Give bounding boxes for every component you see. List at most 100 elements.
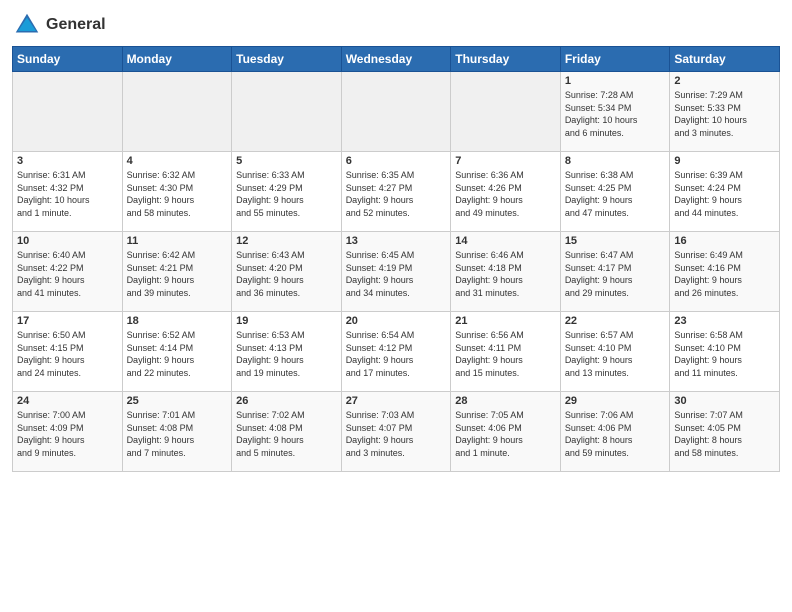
calendar-cell: 27 Sunrise: 7:03 AM Sunset: 4:07 PM Dayli… xyxy=(341,392,451,472)
calendar-cell: 11Sunrise: 6:42 AM Sunset: 4:21 PM Dayli… xyxy=(122,232,232,312)
calendar-cell xyxy=(232,72,342,152)
calendar-cell: 17 Sunrise: 6:50 AM Sunset: 4:15 PM Dayli… xyxy=(13,312,123,392)
day-number: 21 xyxy=(455,315,556,327)
day-number: 20 xyxy=(346,315,447,327)
day-number: 22 xyxy=(565,315,666,327)
day-info: Sunrise: 6:46 AM Sunset: 4:18 PM Dayligh… xyxy=(455,249,556,299)
calendar-week-row: 24Sunrise: 7:00 AM Sunset: 4:09 PM Dayli… xyxy=(13,392,780,472)
day-info: Sunrise: 7:28 AM Sunset: 5:34 PM Dayligh… xyxy=(565,89,666,139)
day-number: 5 xyxy=(236,155,337,167)
day-number: 3 xyxy=(17,155,118,167)
day-number: 2 xyxy=(674,75,775,87)
calendar-cell: 2 Sunrise: 7:29 AM Sunset: 5:33 PM Daylig… xyxy=(670,72,780,152)
calendar-cell: 3 Sunrise: 6:31 AM Sunset: 4:32 PM Daylig… xyxy=(13,152,123,232)
day-info: Sunrise: 7:00 AM Sunset: 4:09 PM Dayligh… xyxy=(17,409,118,459)
day-number: 28 xyxy=(455,395,556,407)
day-info: Sunrise: 6:35 AM Sunset: 4:27 PM Dayligh… xyxy=(346,169,447,219)
day-of-week-header: Monday xyxy=(122,47,232,72)
day-info: Sunrise: 7:05 AM Sunset: 4:06 PM Dayligh… xyxy=(455,409,556,459)
calendar-cell: 1 Sunrise: 7:28 AM Sunset: 5:34 PM Daylig… xyxy=(560,72,670,152)
calendar-week-row: 10 Sunrise: 6:40 AM Sunset: 4:22 PM Dayli… xyxy=(13,232,780,312)
day-number: 9 xyxy=(674,155,775,167)
day-of-week-header: Friday xyxy=(560,47,670,72)
page-container: General SundayMondayTuesdayWednesdayThur… xyxy=(0,0,792,480)
day-info: Sunrise: 6:36 AM Sunset: 4:26 PM Dayligh… xyxy=(455,169,556,219)
calendar-cell: 8Sunrise: 6:38 AM Sunset: 4:25 PM Daylig… xyxy=(560,152,670,232)
day-number: 1 xyxy=(565,75,666,87)
day-number: 25 xyxy=(127,395,228,407)
header: General xyxy=(12,10,780,40)
day-info: Sunrise: 6:40 AM Sunset: 4:22 PM Dayligh… xyxy=(17,249,118,299)
day-info: Sunrise: 7:02 AM Sunset: 4:08 PM Dayligh… xyxy=(236,409,337,459)
day-info: Sunrise: 6:57 AM Sunset: 4:10 PM Dayligh… xyxy=(565,329,666,379)
day-of-week-header: Sunday xyxy=(13,47,123,72)
calendar-cell: 18 Sunrise: 6:52 AM Sunset: 4:14 PM Dayli… xyxy=(122,312,232,392)
day-number: 8 xyxy=(565,155,666,167)
calendar-cell: 15 Sunrise: 6:47 AM Sunset: 4:17 PM Dayli… xyxy=(560,232,670,312)
calendar-cell: 6 Sunrise: 6:35 AM Sunset: 4:27 PM Daylig… xyxy=(341,152,451,232)
day-info: Sunrise: 6:45 AM Sunset: 4:19 PM Dayligh… xyxy=(346,249,447,299)
day-number: 10 xyxy=(17,235,118,247)
day-info: Sunrise: 6:53 AM Sunset: 4:13 PM Dayligh… xyxy=(236,329,337,379)
calendar-header-row: SundayMondayTuesdayWednesdayThursdayFrid… xyxy=(13,47,780,72)
day-number: 6 xyxy=(346,155,447,167)
day-info: Sunrise: 6:54 AM Sunset: 4:12 PM Dayligh… xyxy=(346,329,447,379)
day-info: Sunrise: 6:52 AM Sunset: 4:14 PM Dayligh… xyxy=(127,329,228,379)
calendar-week-row: 17 Sunrise: 6:50 AM Sunset: 4:15 PM Dayli… xyxy=(13,312,780,392)
day-info: Sunrise: 6:56 AM Sunset: 4:11 PM Dayligh… xyxy=(455,329,556,379)
calendar-cell: 12 Sunrise: 6:43 AM Sunset: 4:20 PM Dayli… xyxy=(232,232,342,312)
logo-icon xyxy=(12,10,42,40)
calendar-cell: 21 Sunrise: 6:56 AM Sunset: 4:11 PM Dayli… xyxy=(451,312,561,392)
day-info: Sunrise: 7:06 AM Sunset: 4:06 PM Dayligh… xyxy=(565,409,666,459)
day-number: 15 xyxy=(565,235,666,247)
day-info: Sunrise: 6:58 AM Sunset: 4:10 PM Dayligh… xyxy=(674,329,775,379)
day-info: Sunrise: 6:49 AM Sunset: 4:16 PM Dayligh… xyxy=(674,249,775,299)
day-number: 29 xyxy=(565,395,666,407)
day-number: 27 xyxy=(346,395,447,407)
day-number: 23 xyxy=(674,315,775,327)
calendar-cell: 7 Sunrise: 6:36 AM Sunset: 4:26 PM Daylig… xyxy=(451,152,561,232)
day-number: 30 xyxy=(674,395,775,407)
day-of-week-header: Thursday xyxy=(451,47,561,72)
calendar-cell: 23 Sunrise: 6:58 AM Sunset: 4:10 PM Dayli… xyxy=(670,312,780,392)
day-info: Sunrise: 6:42 AM Sunset: 4:21 PM Dayligh… xyxy=(127,249,228,299)
day-info: Sunrise: 7:07 AM Sunset: 4:05 PM Dayligh… xyxy=(674,409,775,459)
day-number: 4 xyxy=(127,155,228,167)
calendar-cell xyxy=(13,72,123,152)
calendar-cell: 9 Sunrise: 6:39 AM Sunset: 4:24 PM Daylig… xyxy=(670,152,780,232)
day-number: 17 xyxy=(17,315,118,327)
calendar-cell xyxy=(451,72,561,152)
calendar-cell: 14Sunrise: 6:46 AM Sunset: 4:18 PM Dayli… xyxy=(451,232,561,312)
day-of-week-header: Saturday xyxy=(670,47,780,72)
day-info: Sunrise: 7:01 AM Sunset: 4:08 PM Dayligh… xyxy=(127,409,228,459)
day-number: 18 xyxy=(127,315,228,327)
calendar-cell: 19 Sunrise: 6:53 AM Sunset: 4:13 PM Dayli… xyxy=(232,312,342,392)
calendar-table: SundayMondayTuesdayWednesdayThursdayFrid… xyxy=(12,46,780,472)
day-info: Sunrise: 6:50 AM Sunset: 4:15 PM Dayligh… xyxy=(17,329,118,379)
logo-text: General xyxy=(46,16,106,34)
logo: General xyxy=(12,10,106,40)
day-info: Sunrise: 7:03 AM Sunset: 4:07 PM Dayligh… xyxy=(346,409,447,459)
day-number: 7 xyxy=(455,155,556,167)
calendar-cell: 26 Sunrise: 7:02 AM Sunset: 4:08 PM Dayli… xyxy=(232,392,342,472)
day-number: 12 xyxy=(236,235,337,247)
day-info: Sunrise: 6:43 AM Sunset: 4:20 PM Dayligh… xyxy=(236,249,337,299)
day-info: Sunrise: 7:29 AM Sunset: 5:33 PM Dayligh… xyxy=(674,89,775,139)
calendar-cell: 16Sunrise: 6:49 AM Sunset: 4:16 PM Dayli… xyxy=(670,232,780,312)
day-info: Sunrise: 6:31 AM Sunset: 4:32 PM Dayligh… xyxy=(17,169,118,219)
calendar-cell: 25 Sunrise: 7:01 AM Sunset: 4:08 PM Dayli… xyxy=(122,392,232,472)
calendar-cell: 20 Sunrise: 6:54 AM Sunset: 4:12 PM Dayli… xyxy=(341,312,451,392)
day-number: 13 xyxy=(346,235,447,247)
calendar-cell: 4Sunrise: 6:32 AM Sunset: 4:30 PM Daylig… xyxy=(122,152,232,232)
calendar-week-row: 1 Sunrise: 7:28 AM Sunset: 5:34 PM Daylig… xyxy=(13,72,780,152)
calendar-week-row: 3 Sunrise: 6:31 AM Sunset: 4:32 PM Daylig… xyxy=(13,152,780,232)
day-info: Sunrise: 6:39 AM Sunset: 4:24 PM Dayligh… xyxy=(674,169,775,219)
calendar-cell: 30 Sunrise: 7:07 AM Sunset: 4:05 PM Dayli… xyxy=(670,392,780,472)
day-info: Sunrise: 6:33 AM Sunset: 4:29 PM Dayligh… xyxy=(236,169,337,219)
day-number: 26 xyxy=(236,395,337,407)
day-info: Sunrise: 6:47 AM Sunset: 4:17 PM Dayligh… xyxy=(565,249,666,299)
calendar-cell xyxy=(341,72,451,152)
calendar-cell: 24Sunrise: 7:00 AM Sunset: 4:09 PM Dayli… xyxy=(13,392,123,472)
calendar-cell: 29 Sunrise: 7:06 AM Sunset: 4:06 PM Dayli… xyxy=(560,392,670,472)
day-number: 19 xyxy=(236,315,337,327)
